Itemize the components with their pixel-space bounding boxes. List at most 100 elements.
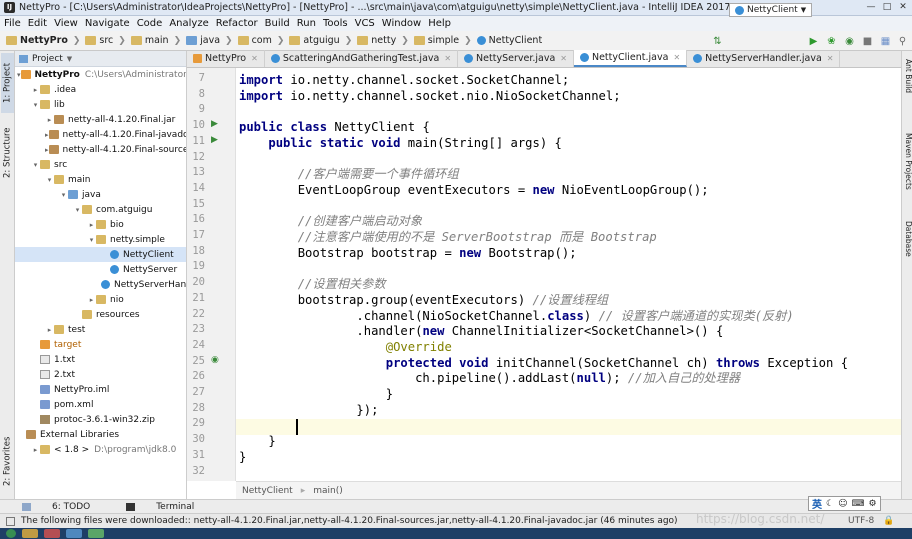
- tree-item-netty-all-4-1-20-final-jar[interactable]: ▸ netty-all-4.1.20.Final.jar: [15, 112, 186, 127]
- run-gutter-icon[interactable]: ▶: [211, 135, 218, 145]
- ime-emoji-icon[interactable]: ☺: [838, 499, 847, 509]
- ime-settings-icon[interactable]: ⚙: [868, 499, 876, 509]
- tool-tab-todo[interactable]: 6: TODO: [22, 502, 108, 512]
- encoding-indicator[interactable]: UTF-8: [848, 516, 874, 526]
- editor-tab-nettyserver-java[interactable]: NettyServer.java ✕: [458, 50, 574, 67]
- ime-lang[interactable]: 英: [812, 496, 822, 511]
- ime-toolbar[interactable]: 英 ☾ ☺ ⌨ ⚙: [808, 496, 881, 511]
- menu-help[interactable]: Help: [428, 18, 451, 29]
- tree-item-main[interactable]: ▾ main: [15, 172, 186, 187]
- override-gutter-icon[interactable]: ◉: [211, 355, 219, 365]
- tree-item-pom-xml[interactable]: pom.xml: [15, 397, 186, 412]
- tree-item-test[interactable]: ▸ test: [15, 322, 186, 337]
- close-icon[interactable]: ✕: [827, 54, 834, 63]
- collapse-arrow-icon[interactable]: ▸: [31, 86, 40, 94]
- build-icon[interactable]: ⇅: [712, 36, 723, 47]
- breadcrumb-nettypro[interactable]: NettyPro: [6, 35, 68, 46]
- ime-punctuation-icon[interactable]: ☾: [826, 499, 834, 509]
- maximize-button[interactable]: □: [880, 2, 894, 13]
- collapse-arrow-icon[interactable]: ▸: [45, 131, 49, 139]
- tree-item-nettyclient[interactable]: NettyClient: [15, 247, 186, 262]
- tool-tab-database[interactable]: Database: [902, 221, 912, 271]
- menu-tools[interactable]: Tools: [323, 18, 348, 29]
- breadcrumb-method[interactable]: main(): [313, 486, 343, 496]
- tree-item-1-8[interactable]: ▸ < 1.8 > D:\program\jdk8.0: [15, 442, 186, 457]
- menu-run[interactable]: Run: [297, 18, 316, 29]
- editor-tab-nettypro[interactable]: NettyPro ✕: [187, 50, 265, 67]
- tree-item-external-libraries[interactable]: External Libraries: [15, 427, 186, 442]
- close-button[interactable]: ✕: [896, 2, 910, 13]
- tree-item-java[interactable]: ▾ java: [15, 187, 186, 202]
- chevron-down-icon[interactable]: ▼: [67, 55, 72, 63]
- tree-item-netty-all-4-1-20-final-javadoc-jar[interactable]: ▸ netty-all-4.1.20.Final-javadoc.jar: [15, 127, 186, 142]
- status-message[interactable]: The following files were downloaded:: ne…: [21, 516, 678, 526]
- tool-tab-project[interactable]: 1: Project: [1, 53, 14, 113]
- collapse-arrow-icon[interactable]: ▸: [87, 221, 96, 229]
- expand-arrow-icon[interactable]: ▾: [31, 101, 40, 109]
- close-icon[interactable]: ✕: [444, 54, 451, 63]
- expand-arrow-icon[interactable]: ▾: [17, 71, 21, 79]
- tree-item-nettypro-iml[interactable]: NettyPro.iml: [15, 382, 186, 397]
- tree-item-nettyserverhandler[interactable]: NettyServerHandler: [15, 277, 186, 292]
- close-icon[interactable]: ✕: [560, 54, 567, 63]
- stop-icon[interactable]: ■: [862, 36, 873, 47]
- expand-arrow-icon[interactable]: ▾: [87, 236, 96, 244]
- tool-tab-structure[interactable]: 2: Structure: [1, 121, 14, 185]
- tool-tab-favorites[interactable]: 2: Favorites: [1, 429, 14, 493]
- breadcrumb-class[interactable]: NettyClient: [242, 486, 293, 496]
- ide-icon[interactable]: [66, 529, 82, 538]
- menu-analyze[interactable]: Analyze: [169, 18, 208, 29]
- breadcrumb-src[interactable]: src: [85, 35, 113, 46]
- tree-item-2-txt[interactable]: 2.txt: [15, 367, 186, 382]
- collapse-arrow-icon[interactable]: ▸: [87, 296, 96, 304]
- tree-item-src[interactable]: ▾ src: [15, 157, 186, 172]
- breadcrumb-nettyclient[interactable]: NettyClient: [476, 35, 542, 46]
- project-structure-icon[interactable]: ▦: [880, 36, 891, 47]
- explorer-icon[interactable]: [22, 529, 38, 538]
- menu-code[interactable]: Code: [137, 18, 163, 29]
- start-icon[interactable]: [6, 529, 16, 538]
- ime-keyboard-icon[interactable]: ⌨: [851, 499, 864, 509]
- tree-item-nettypro[interactable]: ▾ NettyPro C:\Users\Administrator\IdeaP: [15, 67, 186, 82]
- close-icon[interactable]: ✕: [673, 53, 680, 62]
- menu-edit[interactable]: Edit: [28, 18, 47, 29]
- tree-item-idea[interactable]: ▸ .idea: [15, 82, 186, 97]
- tool-tab-maven-projects[interactable]: Maven Projects: [902, 133, 912, 223]
- breadcrumb-atguigu[interactable]: atguigu: [289, 35, 340, 46]
- tree-item-resources[interactable]: resources: [15, 307, 186, 322]
- breadcrumb-simple[interactable]: simple: [413, 35, 459, 46]
- menu-build[interactable]: Build: [265, 18, 290, 29]
- expand-arrow-icon[interactable]: ▾: [59, 191, 68, 199]
- breadcrumb-netty[interactable]: netty: [357, 35, 396, 46]
- tool-windows-icon[interactable]: [6, 516, 15, 526]
- debug-icon[interactable]: ❀: [826, 36, 837, 47]
- minimize-button[interactable]: —: [864, 2, 878, 13]
- browser-icon[interactable]: [44, 529, 60, 538]
- app-icon[interactable]: [88, 529, 104, 538]
- lock-icon[interactable]: 🔒: [883, 516, 894, 526]
- search-icon[interactable]: ⚲: [897, 36, 908, 47]
- run-gutter-icon[interactable]: ▶: [211, 119, 218, 129]
- breadcrumb-main[interactable]: main: [130, 35, 169, 46]
- tree-item-1-txt[interactable]: 1.txt: [15, 352, 186, 367]
- menu-vcs[interactable]: VCS: [355, 18, 375, 29]
- collapse-arrow-icon[interactable]: ▸: [45, 146, 49, 154]
- menu-window[interactable]: Window: [382, 18, 421, 29]
- menu-file[interactable]: File: [4, 18, 21, 29]
- tree-item-nio[interactable]: ▸ nio: [15, 292, 186, 307]
- run-configuration-select[interactable]: NettyClient ▼: [729, 3, 813, 17]
- tool-tab-terminal[interactable]: Terminal: [126, 502, 212, 512]
- collapse-arrow-icon[interactable]: ▸: [45, 326, 54, 334]
- menu-view[interactable]: View: [54, 18, 78, 29]
- tool-tab-ant-build[interactable]: Ant Build: [902, 59, 912, 119]
- tree-item-target[interactable]: target: [15, 337, 186, 352]
- expand-arrow-icon[interactable]: ▾: [73, 206, 82, 214]
- project-panel-title[interactable]: Project: [32, 54, 63, 64]
- code-editor[interactable]: import io.netty.channel.socket.SocketCha…: [236, 68, 901, 481]
- collapse-arrow-icon[interactable]: ▸: [45, 116, 54, 124]
- expand-arrow-icon[interactable]: ▾: [45, 176, 54, 184]
- editor-tab-nettyclient-java[interactable]: NettyClient.java ✕: [573, 50, 688, 67]
- run-icon[interactable]: ▶: [808, 36, 819, 47]
- close-icon[interactable]: ✕: [251, 54, 258, 63]
- tree-item-bio[interactable]: ▸ bio: [15, 217, 186, 232]
